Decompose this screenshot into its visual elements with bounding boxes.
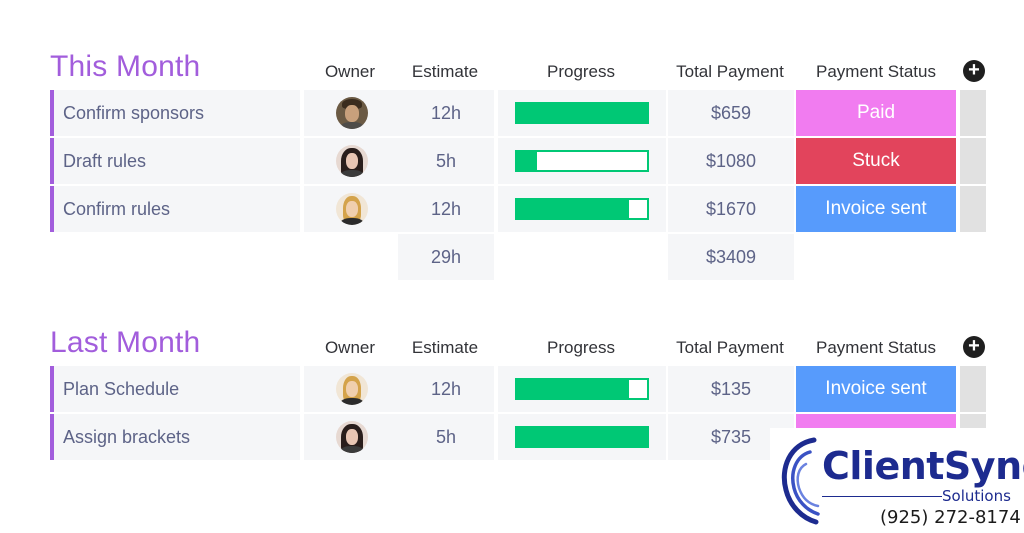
item-name[interactable]: Assign brackets bbox=[50, 414, 300, 460]
column-header-owner[interactable]: Owner bbox=[304, 62, 396, 82]
owner-cell[interactable] bbox=[304, 138, 400, 184]
group-title[interactable]: This Month bbox=[50, 50, 200, 84]
progress-cell[interactable] bbox=[498, 414, 666, 460]
owner-cell[interactable] bbox=[304, 90, 400, 136]
avatar bbox=[336, 145, 368, 177]
progress-bar bbox=[515, 198, 649, 220]
add-column-button[interactable]: + bbox=[963, 60, 985, 82]
estimate-cell[interactable]: 12h bbox=[398, 90, 494, 136]
plus-circle-icon: + bbox=[968, 59, 980, 81]
group-title[interactable]: Last Month bbox=[50, 326, 200, 360]
plus-circle-icon: + bbox=[968, 335, 980, 357]
item-name[interactable]: Draft rules bbox=[50, 138, 300, 184]
progress-bar-fill bbox=[517, 380, 629, 398]
logo-name: ClientSync bbox=[822, 444, 1024, 488]
progress-bar-fill bbox=[517, 152, 537, 170]
status-badge[interactable]: Invoice sent bbox=[796, 366, 956, 412]
phone-number: (925) 272-8174 bbox=[880, 507, 1021, 528]
status-badge[interactable]: Invoice sent bbox=[796, 186, 956, 232]
table-row[interactable]: Draft rules 5h $1080 Stuck bbox=[50, 138, 990, 184]
column-header-estimate[interactable]: Estimate bbox=[398, 62, 492, 82]
item-name[interactable]: Confirm rules bbox=[50, 186, 300, 232]
item-name[interactable]: Plan Schedule bbox=[50, 366, 300, 412]
progress-bar-fill bbox=[517, 104, 647, 122]
progress-bar-fill bbox=[517, 428, 647, 446]
table-row[interactable]: Confirm sponsors 12h $659 Paid bbox=[50, 90, 990, 136]
column-header-progress[interactable]: Progress bbox=[498, 338, 664, 358]
column-header-payment-status[interactable]: Payment Status bbox=[796, 338, 956, 358]
logo-subtitle: Solutions bbox=[942, 487, 1011, 505]
owner-cell[interactable] bbox=[304, 366, 400, 412]
progress-cell[interactable] bbox=[498, 138, 666, 184]
payment-cell[interactable]: $659 bbox=[668, 90, 794, 136]
payment-sum: $3409 bbox=[668, 234, 794, 280]
row-end-cell bbox=[960, 186, 986, 232]
row-end-cell bbox=[960, 138, 986, 184]
group-this-month: This Month Owner Estimate Progress Total… bbox=[50, 44, 990, 282]
progress-cell[interactable] bbox=[498, 90, 666, 136]
column-header-estimate[interactable]: Estimate bbox=[398, 338, 492, 358]
estimate-cell[interactable]: 12h bbox=[398, 186, 494, 232]
item-name[interactable]: Confirm sponsors bbox=[50, 90, 300, 136]
company-logo: ClientSync Solutions (925) 272-8174 bbox=[770, 428, 1024, 533]
row-end-cell bbox=[960, 366, 986, 412]
payment-cell[interactable]: $135 bbox=[668, 366, 794, 412]
estimate-cell[interactable]: 5h bbox=[398, 138, 494, 184]
progress-bar bbox=[515, 102, 649, 124]
estimate-cell[interactable]: 5h bbox=[398, 414, 494, 460]
avatar bbox=[336, 373, 368, 405]
row-end-cell bbox=[960, 90, 986, 136]
group-header: Last Month Owner Estimate Progress Total… bbox=[50, 320, 990, 366]
swirl-logo-icon bbox=[781, 437, 820, 525]
add-column-button[interactable]: + bbox=[963, 336, 985, 358]
column-header-total-payment[interactable]: Total Payment bbox=[668, 338, 792, 358]
column-header-owner[interactable]: Owner bbox=[304, 338, 396, 358]
estimate-cell[interactable]: 12h bbox=[398, 366, 494, 412]
progress-bar bbox=[515, 150, 649, 172]
group-header: This Month Owner Estimate Progress Total… bbox=[50, 44, 990, 90]
column-header-payment-status[interactable]: Payment Status bbox=[796, 62, 956, 82]
owner-cell[interactable] bbox=[304, 414, 400, 460]
payment-cell[interactable]: $1670 bbox=[668, 186, 794, 232]
avatar bbox=[336, 97, 368, 129]
column-header-progress[interactable]: Progress bbox=[498, 62, 664, 82]
avatar bbox=[336, 193, 368, 225]
progress-bar bbox=[515, 426, 649, 448]
progress-cell[interactable] bbox=[498, 366, 666, 412]
column-header-total-payment[interactable]: Total Payment bbox=[668, 62, 792, 82]
progress-cell[interactable] bbox=[498, 186, 666, 232]
avatar bbox=[336, 421, 368, 453]
status-badge[interactable]: Stuck bbox=[796, 138, 956, 184]
estimate-sum: 29h bbox=[398, 234, 494, 280]
table-row[interactable]: Confirm rules 12h $1670 Invoice sent bbox=[50, 186, 990, 232]
progress-bar-fill bbox=[517, 200, 629, 218]
progress-bar bbox=[515, 378, 649, 400]
table-row[interactable]: Plan Schedule 12h $135 Invoice sent bbox=[50, 366, 990, 412]
logo-divider bbox=[822, 496, 942, 497]
status-badge[interactable]: Paid bbox=[796, 90, 956, 136]
owner-cell[interactable] bbox=[304, 186, 400, 232]
summary-row: 29h $3409 bbox=[50, 234, 990, 280]
payment-cell[interactable]: $1080 bbox=[668, 138, 794, 184]
